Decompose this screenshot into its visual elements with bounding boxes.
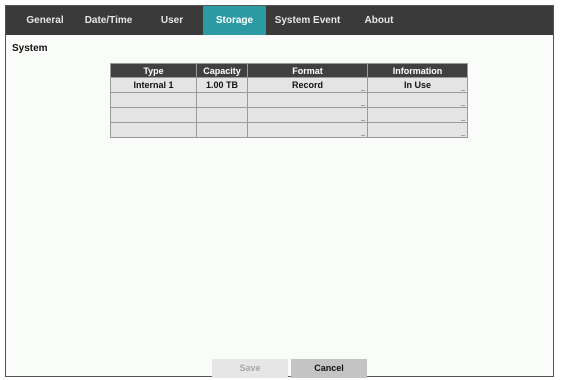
tab-system-event[interactable]: System Event — [266, 6, 349, 35]
column-header-information: Information — [367, 63, 468, 78]
cell-information[interactable]: _ — [367, 107, 468, 123]
save-button[interactable]: Save — [212, 359, 288, 378]
tab-bar: General Date/Time User Storage System Ev… — [6, 6, 553, 35]
tab-date-time[interactable]: Date/Time — [76, 6, 141, 35]
cell-format[interactable]: Record _ — [247, 77, 368, 93]
cancel-button[interactable]: Cancel — [291, 359, 367, 378]
cell-format[interactable]: _ — [247, 122, 368, 138]
cell-format-text: Record — [291, 80, 323, 90]
cell-capacity: 1.00 TB — [196, 77, 248, 93]
information-menu-icon[interactable]: _ — [461, 84, 465, 91]
cell-information-text: In Use — [403, 80, 431, 90]
cell-capacity — [196, 122, 248, 138]
cell-capacity — [196, 107, 248, 123]
format-menu-icon[interactable]: _ — [361, 114, 365, 121]
cell-information[interactable]: _ — [367, 122, 468, 138]
storage-table: Type Capacity Format Information Interna… — [110, 63, 468, 138]
tab-about[interactable]: About — [349, 6, 409, 35]
cell-capacity-text: 1.00 TB — [205, 80, 238, 90]
cell-type — [110, 92, 197, 108]
format-menu-icon[interactable]: _ — [361, 129, 365, 136]
table-header-row: Type Capacity Format Information — [110, 63, 468, 78]
information-menu-icon[interactable]: _ — [461, 129, 465, 136]
section-title: System — [12, 43, 48, 54]
column-header-type: Type — [110, 63, 197, 78]
cell-type: Internal 1 — [110, 77, 197, 93]
format-menu-icon[interactable]: _ — [361, 99, 365, 106]
cell-format[interactable]: _ — [247, 92, 368, 108]
tab-general[interactable]: General — [14, 6, 76, 35]
cell-information[interactable]: _ — [367, 92, 468, 108]
storage-settings-panel: General Date/Time User Storage System Ev… — [5, 5, 554, 378]
tab-user[interactable]: User — [141, 6, 203, 35]
cell-type — [110, 122, 197, 138]
column-header-format: Format — [247, 63, 368, 78]
table-row[interactable]: _ _ — [110, 92, 468, 108]
cell-capacity — [196, 92, 248, 108]
table-row[interactable]: Internal 1 1.00 TB Record _ In Use _ — [110, 77, 468, 93]
column-header-capacity: Capacity — [196, 63, 248, 78]
information-menu-icon[interactable]: _ — [461, 114, 465, 121]
cell-format[interactable]: _ — [247, 107, 368, 123]
information-menu-icon[interactable]: _ — [461, 99, 465, 106]
table-row[interactable]: _ _ — [110, 122, 468, 138]
table-row[interactable]: _ _ — [110, 107, 468, 123]
format-menu-icon[interactable]: _ — [361, 84, 365, 91]
cell-information[interactable]: In Use _ — [367, 77, 468, 93]
tab-storage[interactable]: Storage — [203, 6, 266, 35]
cell-type — [110, 107, 197, 123]
cell-type-text: Internal 1 — [133, 80, 174, 90]
